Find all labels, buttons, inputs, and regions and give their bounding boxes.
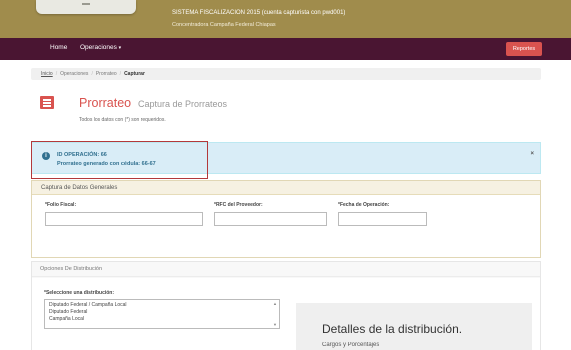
breadcrumb: Inicio / Operaciones / Prorrateo / Capturar xyxy=(31,68,541,80)
nav-home-link[interactable]: Home xyxy=(50,44,67,51)
scroll-down-icon[interactable]: ▼ xyxy=(273,322,277,327)
menu-icon[interactable] xyxy=(40,96,54,109)
breadcrumb-separator: / xyxy=(119,71,122,77)
close-icon[interactable]: × xyxy=(530,151,534,157)
page-subtitle: Captura de Prorrateos xyxy=(138,99,228,109)
fecha-operacion-label: *Fecha de Operación: xyxy=(338,202,390,208)
general-data-header: Captura de Datos Generales xyxy=(32,181,540,195)
breadcrumb-inicio[interactable]: Inicio xyxy=(41,71,53,77)
chevron-down-icon: ▾ xyxy=(118,45,122,51)
breadcrumb-prorrateo: Prorrateo xyxy=(95,71,117,77)
distribution-details-title: Detalles de la distribución. xyxy=(322,322,463,336)
distribution-select-label: *Seleccione una distribución: xyxy=(44,290,115,296)
breadcrumb-operaciones: Operaciones xyxy=(60,71,89,77)
rfc-proveedor-input[interactable] xyxy=(214,212,327,226)
distribution-details-subtitle: Cargos y Porcentajes xyxy=(322,342,380,348)
distribution-select[interactable]: Diputado Federal / Campaña Local Diputad… xyxy=(44,299,280,329)
folio-fiscal-label: *Folio Fiscal: xyxy=(45,202,77,208)
logo xyxy=(36,0,136,14)
distribution-option[interactable]: Diputado Federal xyxy=(49,309,87,315)
distribution-option[interactable]: Diputado Federal / Campaña Local xyxy=(49,302,127,308)
distribution-option[interactable]: Campaña Local xyxy=(49,316,84,322)
nav-operaciones-dropdown[interactable]: Operaciones ▾ xyxy=(80,44,121,51)
scroll-up-icon[interactable]: ▲ xyxy=(273,301,277,306)
page-title: Prorrateo xyxy=(79,96,132,110)
distribution-header: Opciones De Distribución xyxy=(32,262,540,277)
folio-fiscal-input[interactable] xyxy=(45,212,203,226)
logo-mark xyxy=(82,3,90,5)
nav-operaciones-label: Operaciones xyxy=(80,44,117,51)
fecha-operacion-input[interactable] xyxy=(338,212,427,226)
rfc-proveedor-label: *RFC del Proveedor: xyxy=(214,202,263,208)
breadcrumb-separator: / xyxy=(55,71,58,77)
general-data-panel: Captura de Datos Generales *Folio Fiscal… xyxy=(31,180,541,258)
required-note: Todos los datos con (*) son requeridos. xyxy=(79,117,166,123)
top-header: SISTEMA FISCALIZACION 2015 (cuenta captu… xyxy=(0,0,571,38)
breadcrumb-separator: / xyxy=(91,71,93,77)
breadcrumb-capturar: Capturar xyxy=(124,71,145,77)
reportes-button[interactable]: Reportes xyxy=(506,42,542,56)
main-navbar: Home Operaciones ▾ xyxy=(0,38,571,60)
highlight-box xyxy=(31,141,208,179)
system-title: SISTEMA FISCALIZACION 2015 (cuenta captu… xyxy=(172,10,346,16)
system-subtitle: Concentradora Campaña Federal Chiapas xyxy=(172,22,276,28)
